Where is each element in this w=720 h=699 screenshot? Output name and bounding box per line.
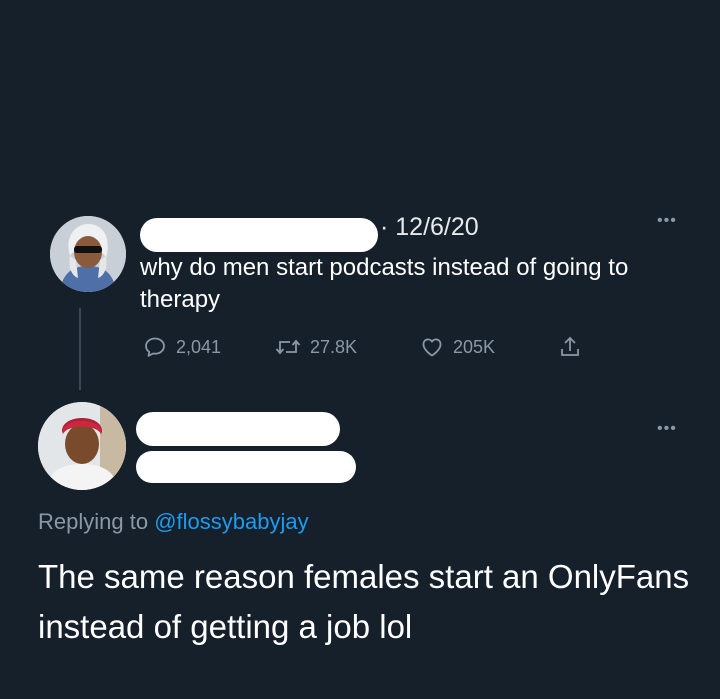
retweet-button[interactable]: 27.8K [275,332,357,362]
reply-tweet-text: The same reason females start an OnlyFan… [38,558,690,645]
redacted-username [136,412,340,446]
like-count: 205K [453,336,496,357]
retweet-arrows-icon [275,339,301,355]
speech-bubble-icon [145,337,165,357]
redacted-handle [136,451,356,483]
reply-tweet-avatar[interactable] [38,402,126,490]
more-options-icon[interactable]: ••• [657,212,677,230]
share-upload-icon [561,336,579,356]
retweet-count: 27.8K [310,336,358,357]
replying-to-label: Replying to [38,509,155,534]
avatar-photo [38,402,126,490]
reply-button[interactable]: 2,041 [143,332,221,362]
replying-to-line: Replying to @flossybabyjay [38,509,309,535]
more-options-icon[interactable]: ••• [657,420,677,438]
avatar-photo [50,216,126,292]
heart-icon [422,338,442,357]
reply-count: 2,041 [176,336,222,357]
tweet-text: why do men start podcasts instead of goi… [140,254,629,313]
mentioned-handle-link[interactable]: @flossybabyjay [154,509,308,534]
share-button[interactable] [558,332,582,362]
redacted-username [140,218,378,252]
original-tweet-avatar[interactable] [50,216,126,292]
tweet-date[interactable]: · 12/6/20 [380,213,479,242]
like-button[interactable]: 205K [420,332,495,362]
thread-connector-line [79,308,81,390]
